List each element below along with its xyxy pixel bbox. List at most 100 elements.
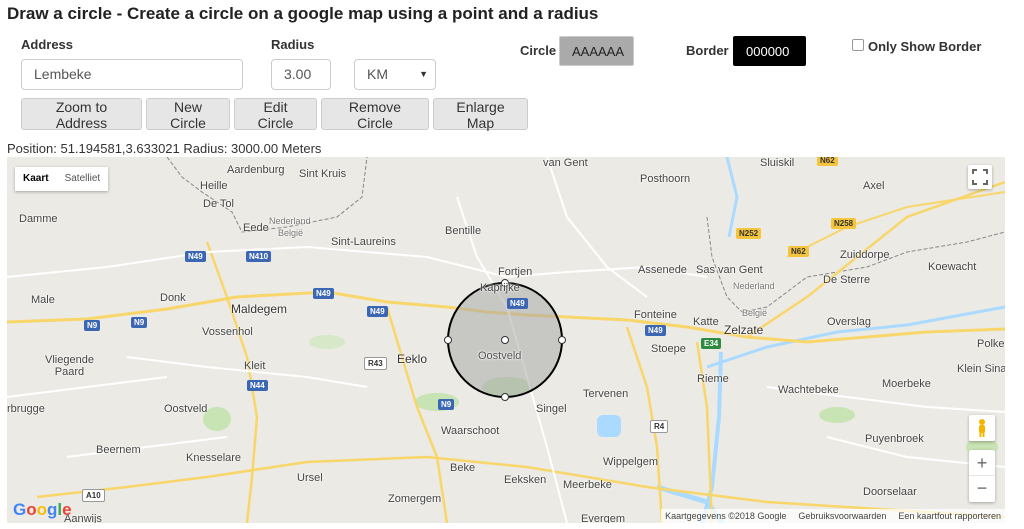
road-shield: N252 <box>736 228 762 239</box>
road-shield: R4 <box>650 420 669 433</box>
map-label: Fortjen <box>498 266 533 278</box>
only-border-label: Only Show Border <box>868 39 982 54</box>
map-label: Zuiddorpe <box>840 249 890 261</box>
map-label: Vliegende Paard <box>45 354 94 378</box>
map-type-satellite-button[interactable]: Satelliet <box>57 167 109 191</box>
road-shield: N49 <box>185 251 206 262</box>
map-label: Bentille <box>445 225 482 237</box>
map-canvas[interactable]: van Gent Sluiskil Aardenburg Sint Kruis … <box>7 157 1005 523</box>
road-a10 <box>36 455 1005 519</box>
map-label: Male <box>31 294 55 306</box>
fullscreen-icon <box>972 169 988 185</box>
road-shield: N9 <box>131 317 148 328</box>
road-shield: N410 <box>246 251 272 262</box>
map-label: België <box>742 308 768 318</box>
google-logo: Google <box>13 500 72 519</box>
road-shield: N49 <box>367 306 388 317</box>
attribution-text: Kaartgegevens ©2018 Google <box>665 511 787 521</box>
map-label: België <box>278 228 304 238</box>
map-label: De Sterre <box>823 274 871 286</box>
map-label: Nederland <box>733 281 775 291</box>
map-label: Heille <box>200 180 228 192</box>
map-label: Polke <box>977 338 1005 350</box>
lake <box>597 415 621 437</box>
map-label: Stoepe <box>651 343 686 355</box>
circle-color-picker[interactable]: AAAAAA <box>559 36 634 66</box>
map-label: Tervenen <box>583 388 629 400</box>
enlarge-map-button[interactable]: Enlarge Map <box>433 98 528 131</box>
map-label: Kleit <box>244 360 266 372</box>
road-shield: N62 <box>788 246 809 257</box>
address-input[interactable]: Lembeke <box>21 59 243 90</box>
map-label: Sas van Gent <box>696 264 763 276</box>
remove-circle-button[interactable]: Remove Circle <box>321 98 429 131</box>
map-label: Nederland <box>269 216 311 226</box>
map-label: Donk <box>160 292 186 304</box>
zoom-out-button[interactable]: − <box>969 476 995 502</box>
map-label: Eede <box>243 222 269 234</box>
map-label: Kaprijke <box>480 282 520 294</box>
circle-center-handle <box>501 336 509 344</box>
map-label: Vossenhol <box>202 326 253 338</box>
map-base-graphics <box>7 157 1005 523</box>
report-error-link[interactable]: Een kaartfout rapporteren <box>898 511 1001 521</box>
map-label: rbrugge <box>7 403 45 415</box>
map-label: Maldegem <box>231 302 288 316</box>
map-label: De Tol <box>203 198 234 210</box>
road-shield: N44 <box>247 380 268 391</box>
map-type-map-button[interactable]: Kaart <box>15 167 57 191</box>
zoom-in-button[interactable]: + <box>969 450 995 476</box>
map-label: Posthoorn <box>640 173 691 185</box>
map-label: Beke <box>450 462 476 474</box>
map-label: Aardenburg <box>227 164 285 176</box>
map-label: Wippelgem <box>603 456 659 468</box>
circle-radius-handle-left <box>444 336 452 344</box>
road-r43 <box>385 306 449 523</box>
fullscreen-button[interactable] <box>968 165 992 189</box>
map-type-control: Kaart Satelliet <box>15 167 109 191</box>
map-label: Katte <box>693 316 719 328</box>
map-label: Klein Sina <box>957 363 1005 375</box>
road-shield: N258 <box>831 218 857 229</box>
radius-input[interactable]: 3.00 <box>271 59 331 90</box>
pegman-icon <box>979 419 985 437</box>
map-label: van Gent <box>543 157 588 169</box>
unit-select[interactable]: KM ▼ <box>354 59 436 90</box>
map-label: Oostveld <box>478 350 522 362</box>
map-label: Zomergem <box>388 493 442 505</box>
map-label: Singel <box>536 403 567 415</box>
street-view-pegman[interactable] <box>969 415 995 441</box>
road <box>7 376 168 398</box>
map-label: Damme <box>19 213 58 225</box>
road-shield: N49 <box>645 325 666 336</box>
road-shield: N62 <box>817 157 838 166</box>
map-label: Sint-Laureins <box>331 236 396 248</box>
map-label: Doorselaar <box>863 486 917 498</box>
map-label: Waarschoot <box>441 425 500 437</box>
park-area <box>819 407 855 423</box>
map-label: Assenede <box>638 264 687 276</box>
unit-select-value: KM <box>367 66 388 82</box>
road <box>546 157 648 298</box>
road-shield: R43 <box>364 357 387 370</box>
border-color-label: Border <box>686 43 729 58</box>
border-color-picker[interactable]: 000000 <box>733 36 806 66</box>
new-circle-button[interactable]: New Circle <box>146 98 230 131</box>
map-label: Wachtebeke <box>778 384 839 396</box>
radius-label: Radius <box>271 37 315 52</box>
edit-circle-button[interactable]: Edit Circle <box>234 98 317 131</box>
map-label: Moerbeke <box>882 378 931 390</box>
map-label: Beernem <box>96 444 141 456</box>
map-label: Knesselare <box>186 452 242 464</box>
map-label: Sluiskil <box>760 157 795 169</box>
zoom-to-address-button[interactable]: Zoom to Address <box>21 98 142 131</box>
only-border-checkbox[interactable] <box>852 39 864 51</box>
road-shield: N9 <box>438 399 455 410</box>
circle-radius-handle-right <box>558 336 566 344</box>
map-label: Eeklo <box>397 352 428 366</box>
address-label: Address <box>21 37 74 52</box>
terms-link[interactable]: Gebruiksvoorwaarden <box>798 511 886 521</box>
park-area <box>309 335 345 349</box>
map-label: Oostveld <box>164 403 208 415</box>
map-label: Zelzate <box>724 323 764 337</box>
